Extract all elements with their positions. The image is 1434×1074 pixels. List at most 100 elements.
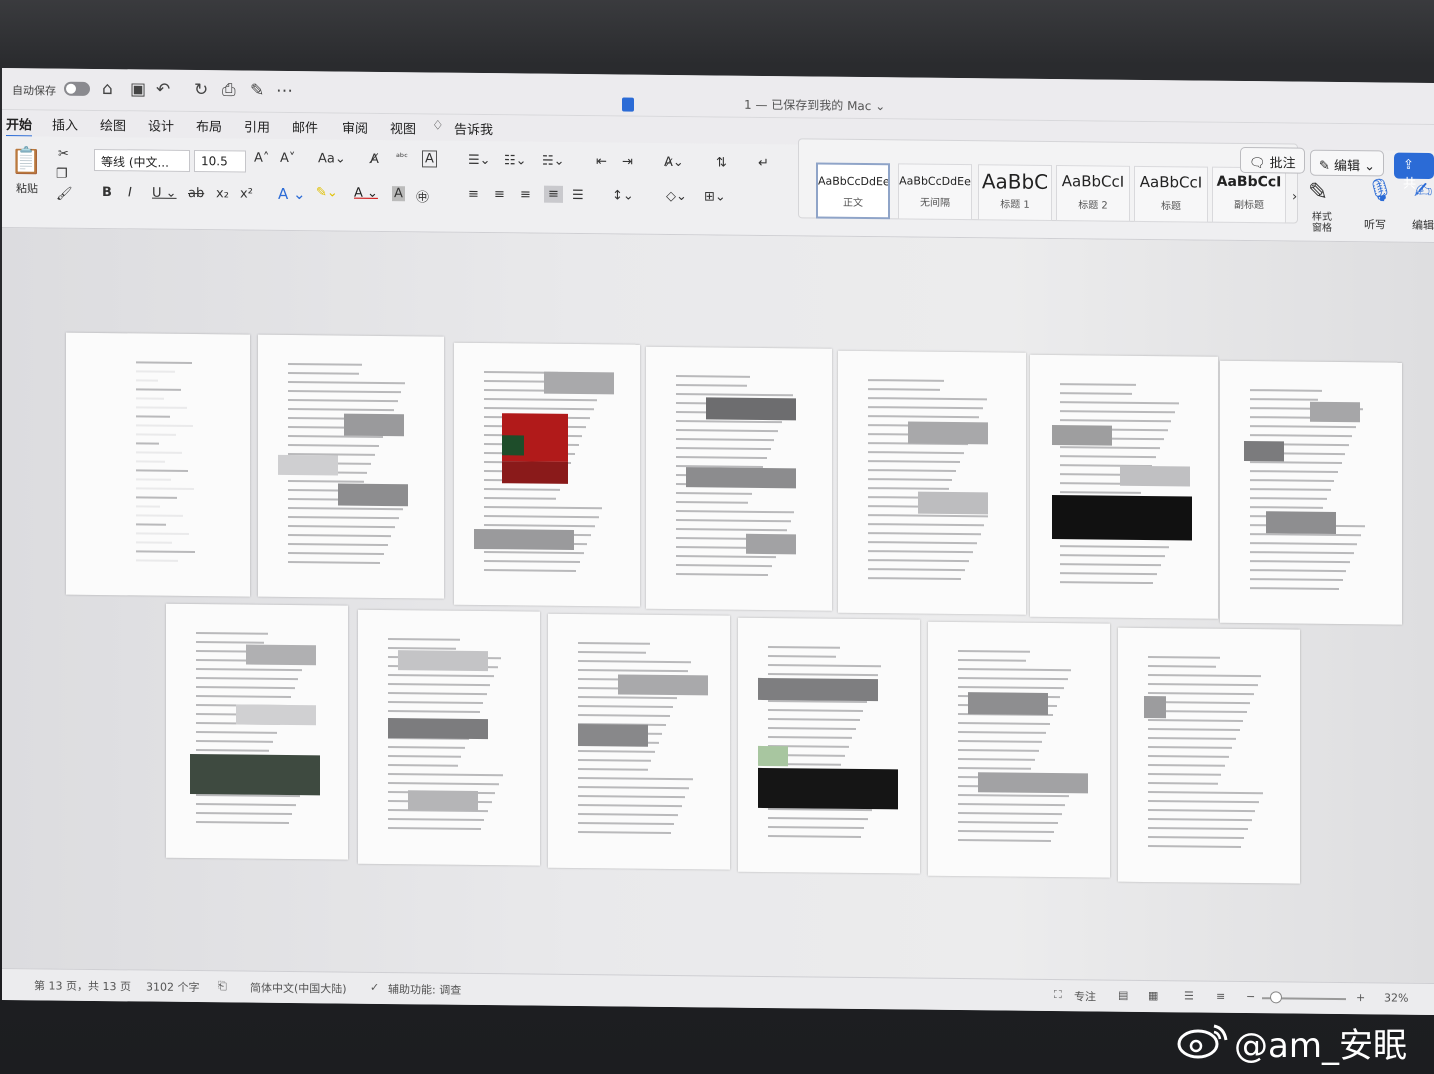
multilevel-list-icon[interactable]: ☵⌄ <box>542 154 565 169</box>
dictate-icon[interactable]: 🎙 <box>1366 178 1394 203</box>
show-marks-icon[interactable]: ↵ <box>758 156 769 171</box>
tab-insert[interactable]: 插入 <box>52 115 78 134</box>
borders-icon[interactable]: ⊞⌄ <box>704 189 726 204</box>
enclose-char-icon[interactable]: ㊥ <box>416 186 429 205</box>
document-canvas[interactable] <box>2 228 1434 983</box>
save-icon[interactable]: ▣ <box>130 79 146 99</box>
page-thumbnail[interactable] <box>166 603 348 860</box>
page-thumbnail[interactable] <box>358 609 540 866</box>
zoom-level[interactable]: 32% <box>1384 991 1408 1004</box>
styles-pane-icon[interactable]: ✎ <box>1308 178 1328 206</box>
language[interactable]: 简体中文(中国大陆) <box>250 980 347 997</box>
superscript-button[interactable]: x² <box>240 186 253 201</box>
page-thumbnail[interactable] <box>838 350 1026 615</box>
char-border-icon[interactable]: A <box>422 150 437 168</box>
align-left-icon[interactable]: ≡ <box>468 187 479 202</box>
tab-tell-me[interactable]: 告诉我 <box>454 119 493 138</box>
accessibility-status[interactable]: 辅助功能: 调查 <box>388 981 461 998</box>
tab-references[interactable]: 引用 <box>244 117 270 136</box>
tab-home[interactable]: 开始 <box>6 114 33 138</box>
style-box-title[interactable]: AaBbCcI 标题 <box>1134 165 1208 223</box>
page-count[interactable]: 第 13 页，共 13 页 <box>34 977 131 994</box>
justify-icon[interactable]: ≡ <box>544 185 563 203</box>
text-line <box>1250 578 1343 582</box>
draft-view-icon[interactable]: ≡ <box>1216 990 1225 1003</box>
numbering-icon[interactable]: ☷⌄ <box>504 153 527 168</box>
style-box-subtitle[interactable]: AaBbCcI 副标题 <box>1212 166 1286 224</box>
proofing-icon[interactable]: ⎗ <box>218 979 227 993</box>
page-thumbnail[interactable] <box>66 332 250 597</box>
tab-view[interactable]: 视图 <box>390 118 416 137</box>
print-layout-icon[interactable]: ▤ <box>1118 989 1128 1002</box>
sort-icon[interactable]: ⇅ <box>716 155 727 170</box>
focus-label[interactable]: 专注 <box>1074 988 1096 1004</box>
page-thumbnail[interactable] <box>1118 627 1300 884</box>
home-icon[interactable]: ⌂ <box>102 79 113 99</box>
tab-layout[interactable]: 布局 <box>196 116 222 135</box>
print-icon[interactable]: ⎙ <box>222 80 236 100</box>
font-color-icon[interactable]: A ⌄ <box>354 186 378 201</box>
edit-doc-icon[interactable]: ✎ <box>250 81 264 101</box>
more-icon[interactable]: ⋯ <box>276 81 293 101</box>
shading-icon[interactable]: ◇⌄ <box>666 189 687 204</box>
font-size-select[interactable]: 10.5 <box>194 150 246 173</box>
text-effects-icon[interactable]: A ⌄ <box>278 185 306 203</box>
style-box-heading2[interactable]: AaBbCcI 标题 2 <box>1056 165 1130 222</box>
align-center-icon[interactable]: ≡ <box>494 187 505 202</box>
clear-format-icon[interactable]: A̸ <box>370 152 379 167</box>
tab-design[interactable]: 设计 <box>148 116 174 135</box>
autosave-toggle[interactable] <box>64 81 90 96</box>
char-shading-icon[interactable]: A <box>392 186 405 202</box>
zoom-out-button[interactable]: − <box>1246 990 1255 1003</box>
page-thumbnail[interactable] <box>548 613 730 870</box>
align-right-icon[interactable]: ≡ <box>520 187 531 202</box>
font-name-select[interactable]: 等线 (中文... <box>94 148 190 172</box>
word-count[interactable]: 3102 个字 <box>146 979 200 996</box>
decrease-indent-icon[interactable]: ⇤ <box>596 154 607 169</box>
line-spacing-icon[interactable]: ↕⌄ <box>612 188 634 203</box>
grow-font-icon[interactable]: A˄ <box>254 151 269 166</box>
page-thumbnail[interactable] <box>738 617 920 874</box>
focus-icon[interactable]: ⛶ <box>1054 988 1062 1002</box>
tab-mailings[interactable]: 邮件 <box>292 117 318 136</box>
bold-button[interactable]: B <box>102 185 112 200</box>
editor-icon[interactable]: ✍ <box>1414 179 1432 204</box>
underline-button[interactable]: U ⌄ <box>152 186 177 201</box>
copy-icon[interactable]: ❐ <box>56 167 68 182</box>
tab-draw[interactable]: 绘图 <box>100 115 126 134</box>
style-box-no-spacing[interactable]: AaBbCcDdEe 无间隔 <box>898 163 972 221</box>
redo-icon[interactable]: ↻ <box>194 80 208 100</box>
cut-icon[interactable]: ✂ <box>58 147 69 162</box>
tab-review[interactable]: 审阅 <box>342 118 368 137</box>
distributed-icon[interactable]: ☰ <box>572 188 584 203</box>
page-thumbnail[interactable] <box>646 346 832 611</box>
undo-icon[interactable]: ↶ <box>156 80 170 100</box>
page-thumbnail[interactable] <box>1030 354 1218 619</box>
increase-indent-icon[interactable]: ⇥ <box>622 154 633 169</box>
strikethrough-button[interactable]: ab <box>188 186 204 201</box>
bullets-icon[interactable]: ☰⌄ <box>468 153 491 168</box>
page-thumbnail[interactable] <box>454 342 640 607</box>
paste-icon[interactable]: 📋 <box>10 146 42 176</box>
page-thumbnail[interactable] <box>1220 360 1402 625</box>
shrink-font-icon[interactable]: A˅ <box>280 151 295 166</box>
comments-button[interactable]: 🗨 批注 <box>1240 146 1305 174</box>
style-box-normal[interactable]: AaBbCcDdEe 正文 <box>816 162 890 220</box>
zoom-in-button[interactable]: + <box>1356 991 1365 1004</box>
highlight-icon[interactable]: ✎⌄ <box>316 185 338 200</box>
phonetic-icon[interactable]: ᵃᵇᶜ <box>396 152 408 163</box>
editing-mode-button[interactable]: ✎ 编辑 ⌄ <box>1310 149 1385 177</box>
page-thumbnail[interactable] <box>928 621 1110 878</box>
italic-button[interactable]: I <box>128 185 132 200</box>
page-thumbnail[interactable] <box>258 334 444 599</box>
change-case-icon[interactable]: Aa⌄ <box>318 151 346 166</box>
share-button[interactable]: ⇪ 共 <box>1394 152 1434 192</box>
document-title[interactable]: 1 — 已保存到我的 Mac ⌄ <box>622 94 885 114</box>
subscript-button[interactable]: x₂ <box>216 186 229 201</box>
format-painter-icon[interactable]: 🖌 <box>56 187 73 202</box>
zoom-slider-thumb[interactable] <box>1270 991 1282 1004</box>
styles-more-icon[interactable]: › <box>1292 190 1297 205</box>
outline-view-icon[interactable]: ☰ <box>1184 989 1194 1002</box>
web-layout-icon[interactable]: ▦ <box>1148 989 1158 1002</box>
asian-layout-icon[interactable]: A̷⌄ <box>664 155 684 170</box>
